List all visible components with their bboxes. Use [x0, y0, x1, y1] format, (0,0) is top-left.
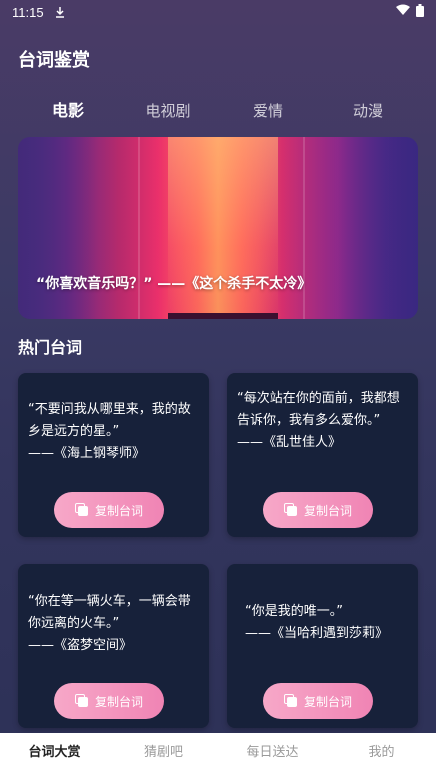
tab-tv-series[interactable]: 电视剧 — [118, 96, 218, 126]
status-time: 11:15 — [12, 4, 44, 20]
category-tabs: 电影 电视剧 爱情 动漫 — [18, 96, 418, 126]
quote-text: “不要问我从哪里来，我的故乡是远方的星。” — [28, 402, 191, 439]
download-icon — [54, 6, 66, 18]
quote-card-text: “你是我的唯一。” ——《当哈利遇到莎莉》 — [245, 601, 410, 645]
copy-icon — [74, 503, 89, 517]
quote-text: “你在等一辆火车，一辆会带你远离的火车。” — [28, 594, 191, 631]
copy-icon — [74, 694, 89, 708]
copy-button-label: 复制台词 — [303, 694, 352, 709]
quote-source: ——《海上钢琴师》 — [28, 446, 146, 461]
banner-quote: “你喜欢音乐吗？” ——《这个杀手不太冷》 — [36, 276, 312, 292]
tab-romance[interactable]: 爱情 — [218, 96, 318, 126]
quote-card-text: “你在等一辆火车，一辆会带你远离的火车。” ——《盗梦空间》 — [28, 591, 201, 657]
quote-text: “每次站在你的面前，我都想告诉你，我有多么爱你。” — [237, 391, 400, 428]
quote-card: “你在等一辆火车，一辆会带你远离的火车。” ——《盗梦空间》 复制台词 — [18, 564, 209, 728]
copy-line-button[interactable]: 复制台词 — [263, 492, 373, 528]
quote-card: “每次站在你的面前，我都想告诉你，我有多么爱你。” ——《乱世佳人》 复制台词 — [227, 373, 418, 537]
quote-card-text: “不要问我从哪里来，我的故乡是远方的星。” ——《海上钢琴师》 — [28, 399, 201, 465]
status-bar: 11:15 — [0, 0, 436, 24]
bottom-navigation: 台词大赏 猜剧吧 每日送达 我的 — [0, 733, 436, 776]
quote-source: ——《乱世佳人》 — [237, 435, 342, 450]
copy-button-label: 复制台词 — [94, 503, 143, 518]
quote-source: ——《当哈利遇到莎莉》 — [245, 626, 389, 641]
battery-icon — [416, 3, 424, 21]
copy-line-button[interactable]: 复制台词 — [263, 683, 373, 719]
wifi-icon — [396, 4, 410, 20]
copy-icon — [283, 503, 298, 517]
nav-item-daily[interactable]: 每日送达 — [218, 733, 327, 776]
copy-line-button[interactable]: 复制台词 — [54, 492, 164, 528]
copy-icon — [283, 694, 298, 708]
copy-button-label: 复制台词 — [94, 694, 143, 709]
nav-item-guess-drama[interactable]: 猜剧吧 — [109, 733, 218, 776]
quote-card-text: “每次站在你的面前，我都想告诉你，我有多么爱你。” ——《乱世佳人》 — [237, 388, 410, 454]
quote-source: ——《盗梦空间》 — [28, 638, 133, 653]
copy-button-label: 复制台词 — [303, 503, 352, 518]
page-title: 台词鉴赏 — [18, 50, 90, 71]
nav-item-quotes[interactable]: 台词大赏 — [0, 733, 109, 776]
section-title-hot-lines: 热门台词 — [18, 338, 83, 357]
tab-anime[interactable]: 动漫 — [318, 96, 418, 126]
quote-card: “不要问我从哪里来，我的故乡是远方的星。” ——《海上钢琴师》 复制台词 — [18, 373, 209, 537]
quote-card: “你是我的唯一。” ——《当哈利遇到莎莉》 复制台词 — [227, 564, 418, 728]
quote-text: “你是我的唯一。” — [245, 604, 343, 619]
copy-line-button[interactable]: 复制台词 — [54, 683, 164, 719]
featured-banner[interactable]: “你喜欢音乐吗？” ——《这个杀手不太冷》 — [18, 137, 418, 319]
tab-movie[interactable]: 电影 — [18, 96, 118, 126]
nav-item-mine[interactable]: 我的 — [327, 733, 436, 776]
